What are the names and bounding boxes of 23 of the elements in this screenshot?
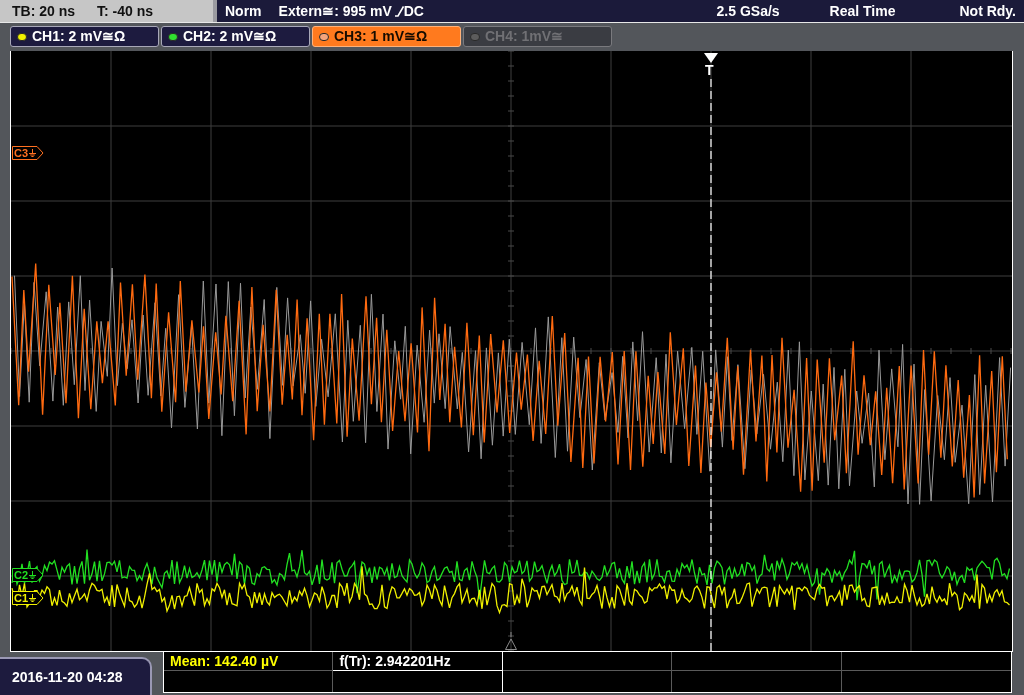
trigger-source-readout: Extern≅: 995 mV [278,1,392,21]
sample-rate-readout: 2.5 GSa/s [716,1,780,21]
marker-label: C2 [14,569,29,581]
timebase-readout: TB: 20 ns [12,1,75,21]
ground-icon [29,149,37,157]
channel-tab[interactable]: CH3: 1 mV≅Ω [312,26,461,47]
channel-tab[interactable]: CH2: 2 mV≅Ω [161,26,310,47]
marker-label: C1 [14,592,29,604]
ground-icon [29,571,37,579]
rising-edge-icon [394,5,404,17]
trigger-time-readout: T: -40 ns [97,1,154,21]
marker-label: C3 [14,147,29,159]
acquisition-state-label: Not Rdy. [959,1,1016,21]
ground-icon [29,594,37,602]
trigger-label: T [705,62,714,78]
acquisition-mode-label: Real Time [829,1,896,21]
coupling-label: DC [403,1,424,21]
trigger-mode-label: Norm [225,1,262,21]
channel-tab[interactable]: CH1: 2 mV≅Ω [10,26,159,47]
measurement-readout: Mean: 142.40 µV [170,652,279,670]
date-time-readout: 2016-11-20 04:28 [0,657,152,695]
triangle-marker-icon [505,631,517,650]
measurement-readout: f(Tr): 2.942201Hz [339,652,451,670]
